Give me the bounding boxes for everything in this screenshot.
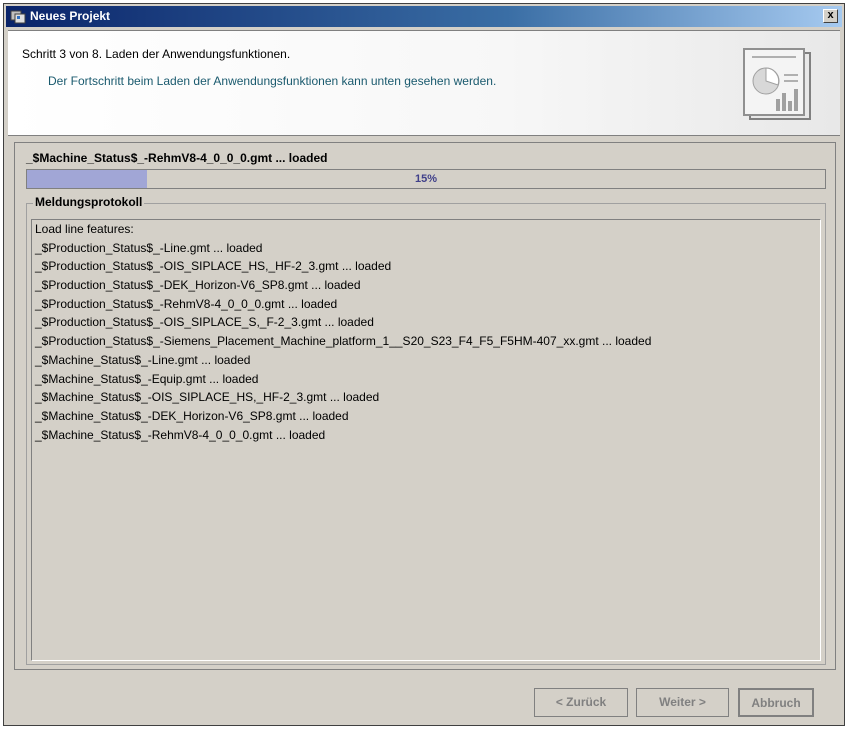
close-icon: x <box>827 9 834 21</box>
log-title: Meldungsprotokoll <box>33 195 145 209</box>
window-title: Neues Projekt <box>30 9 111 23</box>
chart-document-icon <box>738 43 822 127</box>
log-line: _$Machine_Status$_-DEK_Horizon-V6_SP8.gm… <box>35 408 349 423</box>
button-bar: < Zurück Weiter > Abbruch <box>8 676 840 722</box>
log-line: _$Production_Status$_-Siemens_Placement_… <box>35 334 652 349</box>
title-bar[interactable]: Neues Projekt x <box>6 6 842 27</box>
cancel-button[interactable]: Abbruch <box>738 688 814 717</box>
dialog-window: Neues Projekt x Schritt 3 von 8. Laden d… <box>3 3 845 726</box>
log-group: Meldungsprotokoll Load line features: _$P… <box>26 195 826 665</box>
next-button[interactable]: Weiter > <box>636 688 729 717</box>
progress-percent: 15% <box>414 173 438 185</box>
wizard-header: Schritt 3 von 8. Laden der Anwendungsfun… <box>8 30 840 136</box>
log-line: _$Machine_Status$_-Equip.gmt ... loaded <box>35 371 259 386</box>
back-button[interactable]: < Zurück <box>534 688 628 717</box>
log-line: _$Production_Status$_-DEK_Horizon-V6_SP8… <box>35 278 361 293</box>
log-line: _$Machine_Status$_-RehmV8-4_0_0_0.gmt ..… <box>35 427 326 442</box>
project-wizard-icon <box>10 9 26 24</box>
log-line: _$Machine_Status$_-OIS_SIPLACE_HS,_HF-2_… <box>35 390 380 405</box>
log-line: _$Production_Status$_-OIS_SIPLACE_S,_F-2… <box>35 315 374 330</box>
progress-bar: 15% <box>26 169 826 189</box>
log-text-area[interactable]: Load line features: _$Production_Status$_… <box>31 219 821 661</box>
log-line: _$Production_Status$_-Line.gmt ... loade… <box>35 240 263 255</box>
current-status: _$Machine_Status$_-RehmV8-4_0_0_0.gmt ..… <box>26 151 328 165</box>
log-line: _$Machine_Status$_-Line.gmt ... loaded <box>35 352 251 367</box>
step-description: Der Fortschritt beim Laden der Anwendung… <box>48 74 497 88</box>
log-line: _$Production_Status$_-RehmV8-4_0_0_0.gmt… <box>35 296 338 311</box>
log-line: Load line features: <box>35 222 134 236</box>
close-button[interactable]: x <box>823 9 838 23</box>
step-title: Schritt 3 von 8. Laden der Anwendungsfun… <box>22 47 291 61</box>
wizard-body: _$Machine_Status$_-RehmV8-4_0_0_0.gmt ..… <box>14 142 836 670</box>
log-line: _$Production_Status$_-OIS_SIPLACE_HS,_HF… <box>35 259 392 274</box>
